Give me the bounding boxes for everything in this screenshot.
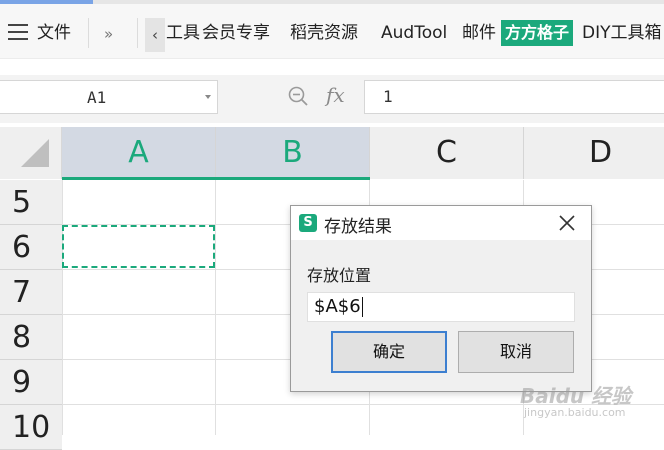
dialog-title: 存放结果 [324, 217, 392, 237]
baidu-watermark: Baidu 经验 jingyan.baidu.com [520, 380, 650, 430]
chevron-down-icon[interactable] [205, 95, 211, 99]
name-box[interactable]: A1 [0, 80, 218, 114]
name-box-value: A1 [87, 88, 107, 107]
tab-mail[interactable]: 邮件 [462, 22, 496, 44]
copied-cell-a6[interactable] [62, 225, 215, 268]
row-header-7[interactable]: 7 [0, 270, 62, 315]
file-menu[interactable]: 文件 [37, 22, 71, 44]
text-caret [361, 297, 363, 317]
location-input[interactable]: $A$6 [307, 292, 575, 322]
grid-line [215, 180, 216, 435]
fx-icon[interactable]: fx [326, 83, 345, 107]
location-label: 存放位置 [307, 266, 372, 285]
row-header-8[interactable]: 8 [0, 315, 62, 360]
cancel-button[interactable]: 取消 [458, 331, 574, 373]
menu-icon[interactable] [8, 24, 28, 40]
tab-audtool[interactable]: AudTool [381, 22, 447, 44]
tab-diy-toolbox[interactable]: DIY工具箱 [582, 22, 662, 44]
separator [137, 18, 138, 48]
watermark-brand: Baidu 经验 [520, 384, 632, 408]
tab-fangfanggezi[interactable]: 方方格子 [501, 20, 574, 46]
app-icon: S [299, 214, 317, 232]
grid-line [62, 180, 63, 435]
expand-icon[interactable]: » [104, 24, 113, 44]
zoom-icon[interactable] [288, 86, 308, 106]
ribbon-toolbar-area [0, 58, 664, 76]
dialog-title-bar[interactable]: S 存放结果 [291, 206, 591, 240]
tab-tools[interactable]: 工具 [166, 22, 200, 44]
row-header-5[interactable]: 5 [0, 180, 62, 225]
column-header-c[interactable]: C [370, 127, 524, 179]
select-all-corner[interactable] [0, 127, 62, 179]
column-header-a[interactable]: A [62, 127, 216, 179]
selected-columns-underline [62, 177, 370, 180]
row-header-10[interactable]: 10 [0, 405, 62, 450]
close-icon[interactable] [557, 213, 577, 233]
scroll-left-icon[interactable]: ‹ [145, 18, 165, 52]
column-header-b[interactable]: B [216, 127, 370, 179]
column-header-d[interactable]: D [524, 127, 664, 179]
formula-value: 1 [383, 87, 393, 106]
tab-member[interactable]: 会员专享 [202, 22, 270, 44]
ribbon-menu-bar: 文件 » ‹ 工具 会员专享 稻壳资源 AudTool 邮件 方方格子 DIY工… [0, 4, 664, 58]
watermark-url: jingyan.baidu.com [524, 406, 626, 419]
tab-docer[interactable]: 稻壳资源 [290, 22, 358, 44]
separator [88, 18, 89, 48]
formula-input[interactable]: 1 [364, 80, 664, 114]
location-input-value: $A$6 [314, 296, 361, 317]
row-header-9[interactable]: 9 [0, 360, 62, 405]
save-result-dialog: S 存放结果 存放位置 $A$6 确定 取消 [290, 205, 592, 392]
ok-button[interactable]: 确定 [331, 331, 447, 373]
row-header-6[interactable]: 6 [0, 225, 62, 270]
